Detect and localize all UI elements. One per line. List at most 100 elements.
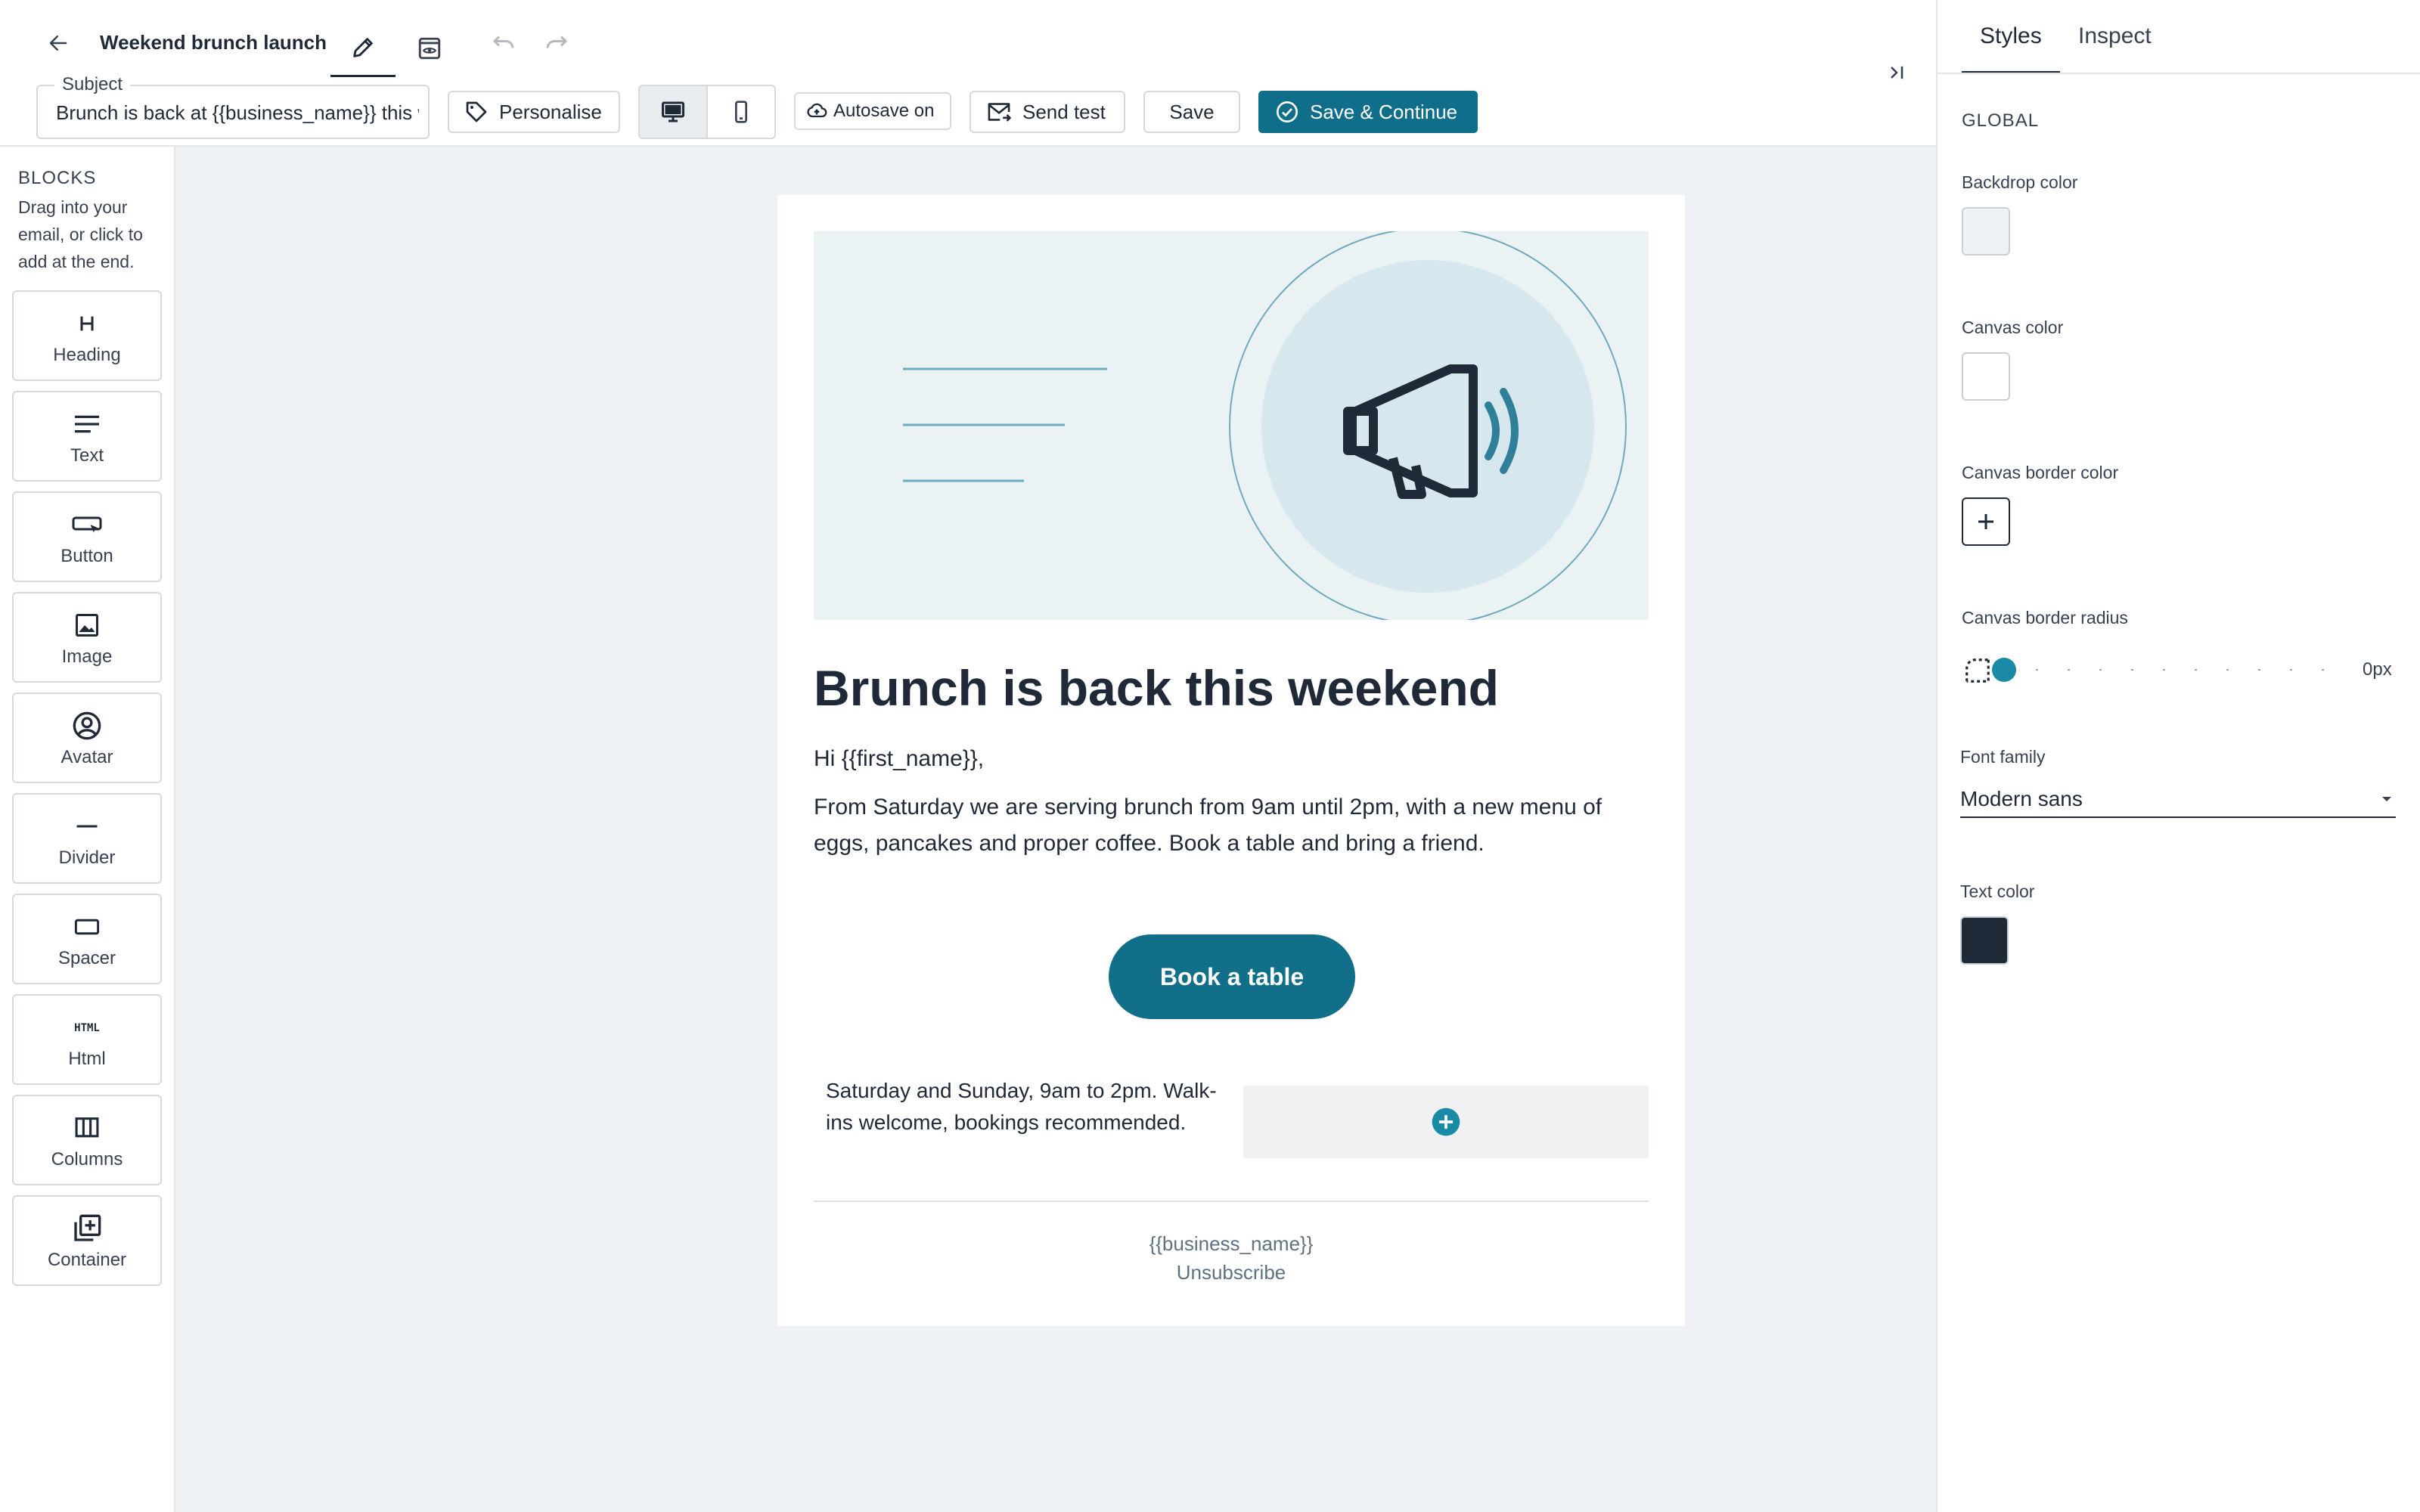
block-columns[interactable]: Columns	[12, 1095, 162, 1185]
font-family-select[interactable]: Modern sans	[1960, 782, 2396, 818]
heading-icon	[80, 316, 94, 331]
add-border-color-button[interactable]	[1962, 497, 2010, 546]
mobile-icon	[735, 101, 747, 123]
block-text[interactable]: Text	[12, 391, 162, 482]
columns-icon	[75, 1117, 99, 1138]
container-icon	[74, 1214, 101, 1241]
save-continue-label: Save & Continue	[1310, 100, 1458, 123]
undo-icon	[492, 36, 514, 48]
block-container[interactable]: Container	[12, 1195, 162, 1286]
email-greeting[interactable]: Hi {{first_name}},	[814, 742, 984, 776]
canvas-border-radius-label: Canvas border radius	[1962, 608, 2128, 627]
font-family-value: Modern sans	[1960, 787, 2083, 810]
autosave-toggle[interactable]: Autosave on	[794, 92, 951, 130]
pencil-icon	[353, 37, 373, 57]
block-heading[interactable]: Heading	[12, 290, 162, 381]
block-avatar[interactable]: Avatar	[12, 692, 162, 783]
mobile-view-button[interactable]	[708, 86, 774, 138]
collapse-panel-button[interactable]	[1880, 59, 1913, 86]
email-heading[interactable]: Brunch is back this weekend	[814, 658, 1499, 718]
border-radius-slider[interactable]	[1992, 656, 2329, 683]
send-test-button[interactable]: Send test	[970, 91, 1125, 133]
border-radius-icon	[1963, 656, 1992, 685]
tab-edit[interactable]	[330, 20, 396, 77]
empty-column-dropzone[interactable]	[1243, 1086, 1649, 1158]
block-spacer[interactable]: Spacer	[12, 894, 162, 984]
canvas-color-swatch[interactable]	[1962, 352, 2010, 401]
border-radius-value: 0px	[2363, 659, 2392, 680]
blocks-panel: BLOCKS Drag into your email, or click to…	[0, 147, 175, 1512]
tag-icon	[466, 101, 487, 122]
arrow-left-icon	[49, 36, 67, 51]
block-label: Text	[70, 445, 104, 466]
megaphone-illustration	[814, 231, 1649, 620]
tab-inspect[interactable]: Inspect	[2078, 23, 2152, 50]
save-continue-button[interactable]: Save & Continue	[1258, 91, 1478, 133]
subject-field: Subject	[36, 73, 430, 139]
block-label: Divider	[58, 847, 116, 868]
block-label: Columns	[51, 1149, 123, 1170]
redo-icon	[546, 36, 568, 48]
block-label: Button	[60, 546, 113, 566]
tab-preview[interactable]	[397, 20, 462, 77]
panel-divider	[1938, 73, 2420, 74]
block-label: Heading	[53, 345, 121, 365]
block-label: Html	[68, 1049, 106, 1069]
personalise-button[interactable]: Personalise	[448, 91, 620, 133]
tab-styles[interactable]: Styles	[1980, 23, 2042, 50]
save-button[interactable]: Save	[1143, 91, 1240, 133]
footer-business-name: {{business_name}}	[1149, 1232, 1314, 1255]
subject-input[interactable]	[56, 98, 419, 127]
block-html[interactable]: HTML Html	[12, 994, 162, 1085]
mail-send-icon	[988, 103, 1012, 122]
backdrop-color-swatch[interactable]	[1962, 207, 2010, 256]
unsubscribe-link[interactable]: Unsubscribe	[777, 1261, 1685, 1284]
footer-divider	[814, 1201, 1649, 1202]
slider-thumb[interactable]	[1992, 658, 2016, 682]
block-label: Avatar	[60, 747, 113, 767]
back-button[interactable]	[39, 24, 77, 62]
blocks-help-text: Drag into your email, or click to add at…	[18, 197, 143, 271]
subject-label: Subject	[54, 73, 131, 96]
add-block-icon[interactable]	[1431, 1107, 1461, 1137]
save-label: Save	[1169, 100, 1215, 123]
html-icon: HTML	[74, 1022, 100, 1034]
spacer-icon	[74, 919, 100, 935]
check-circle-icon	[1277, 101, 1298, 122]
email-body-text[interactable]: From Saturday we are serving brunch from…	[814, 789, 1649, 862]
email-backdrop: Brunch is back this weekend Hi {{first_n…	[175, 147, 1936, 1512]
caret-down-icon	[2382, 797, 2391, 801]
text-color-label: Text color	[1960, 881, 2035, 901]
cloud-upload-icon	[807, 103, 827, 118]
section-title: GLOBAL	[1962, 110, 2040, 131]
block-label: Container	[47, 1250, 127, 1270]
block-label: Spacer	[57, 948, 116, 968]
block-button[interactable]: Button	[12, 491, 162, 582]
collapse-right-icon	[1891, 66, 1903, 79]
button-icon	[72, 516, 102, 533]
hours-text[interactable]: Saturday and Sunday, 9am to 2pm. Walk-in…	[826, 1075, 1219, 1139]
desktop-icon	[662, 101, 684, 122]
svg-text:HTML: HTML	[74, 1022, 100, 1034]
plus-icon	[1978, 514, 1993, 529]
image-icon	[76, 614, 98, 637]
text-icon	[75, 415, 99, 433]
blocks-title: BLOCKS	[18, 168, 97, 188]
text-color-swatch[interactable]	[1960, 916, 2009, 965]
divider-icon	[76, 825, 98, 828]
personalise-label: Personalise	[499, 100, 602, 123]
backdrop-color-label: Backdrop color	[1962, 172, 2078, 192]
redo-button[interactable]	[537, 26, 576, 59]
device-toggle	[638, 85, 776, 139]
block-divider[interactable]: Divider	[12, 793, 162, 884]
editor-toolbar: Weekend brunch launch Subject Personalis…	[0, 0, 1936, 147]
canvas-border-color-label: Canvas border color	[1962, 463, 2119, 482]
book-table-button[interactable]: Book a table	[1109, 934, 1355, 1019]
undo-button[interactable]	[484, 26, 523, 59]
block-image[interactable]: Image	[12, 592, 162, 683]
desktop-view-button[interactable]	[640, 86, 708, 138]
slider-track	[2004, 669, 2329, 671]
hero-image[interactable]	[814, 231, 1649, 620]
email-canvas: Brunch is back this weekend Hi {{first_n…	[777, 195, 1685, 1326]
block-label: Image	[61, 646, 113, 667]
